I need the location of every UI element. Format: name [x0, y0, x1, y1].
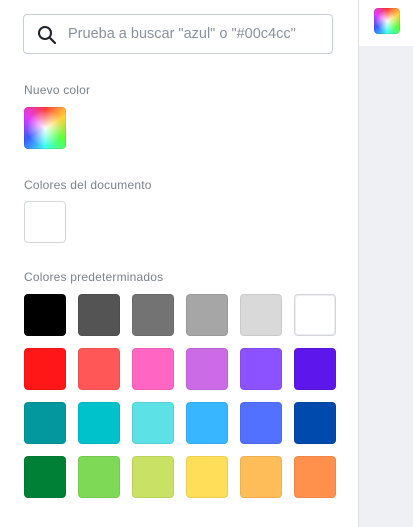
- default-color-swatch[interactable]: [132, 348, 174, 390]
- default-color-swatch[interactable]: [132, 294, 174, 336]
- new-color-heading: Nuevo color: [24, 83, 91, 97]
- default-color-swatch[interactable]: [24, 348, 66, 390]
- default-color-swatch[interactable]: [24, 294, 66, 336]
- default-color-swatch[interactable]: [132, 402, 174, 444]
- default-color-swatch[interactable]: [240, 348, 282, 390]
- default-color-swatch[interactable]: [132, 456, 174, 498]
- default-colors-heading: Colores predeterminados: [24, 270, 164, 284]
- default-color-swatch[interactable]: [240, 456, 282, 498]
- default-color-swatch[interactable]: [78, 348, 120, 390]
- document-colors-heading: Colores del documento: [24, 178, 152, 192]
- default-color-swatch[interactable]: [294, 456, 336, 498]
- document-color-swatch[interactable]: [24, 201, 66, 243]
- default-color-swatch[interactable]: [186, 294, 228, 336]
- default-color-swatch[interactable]: [24, 402, 66, 444]
- default-color-swatch[interactable]: [186, 456, 228, 498]
- default-color-swatch[interactable]: [294, 402, 336, 444]
- default-color-swatch[interactable]: [240, 402, 282, 444]
- color-tab[interactable]: [359, 0, 413, 46]
- default-color-swatch[interactable]: [294, 294, 336, 336]
- new-color-picker-button[interactable]: [24, 107, 66, 149]
- default-color-swatch[interactable]: [78, 456, 120, 498]
- default-color-swatch[interactable]: [24, 456, 66, 498]
- default-color-swatch[interactable]: [186, 402, 228, 444]
- search-box[interactable]: [23, 14, 333, 54]
- color-spectrum-icon: [374, 8, 400, 34]
- default-color-swatch[interactable]: [78, 294, 120, 336]
- default-color-swatch[interactable]: [240, 294, 282, 336]
- default-colors-grid: [24, 294, 336, 498]
- search-input[interactable]: [68, 15, 323, 53]
- search-icon: [38, 26, 57, 45]
- default-color-swatch[interactable]: [78, 402, 120, 444]
- color-panel: Nuevo color Colores del documento Colore…: [0, 0, 359, 527]
- default-color-swatch[interactable]: [186, 348, 228, 390]
- default-color-swatch[interactable]: [294, 348, 336, 390]
- side-rail: [359, 0, 413, 527]
